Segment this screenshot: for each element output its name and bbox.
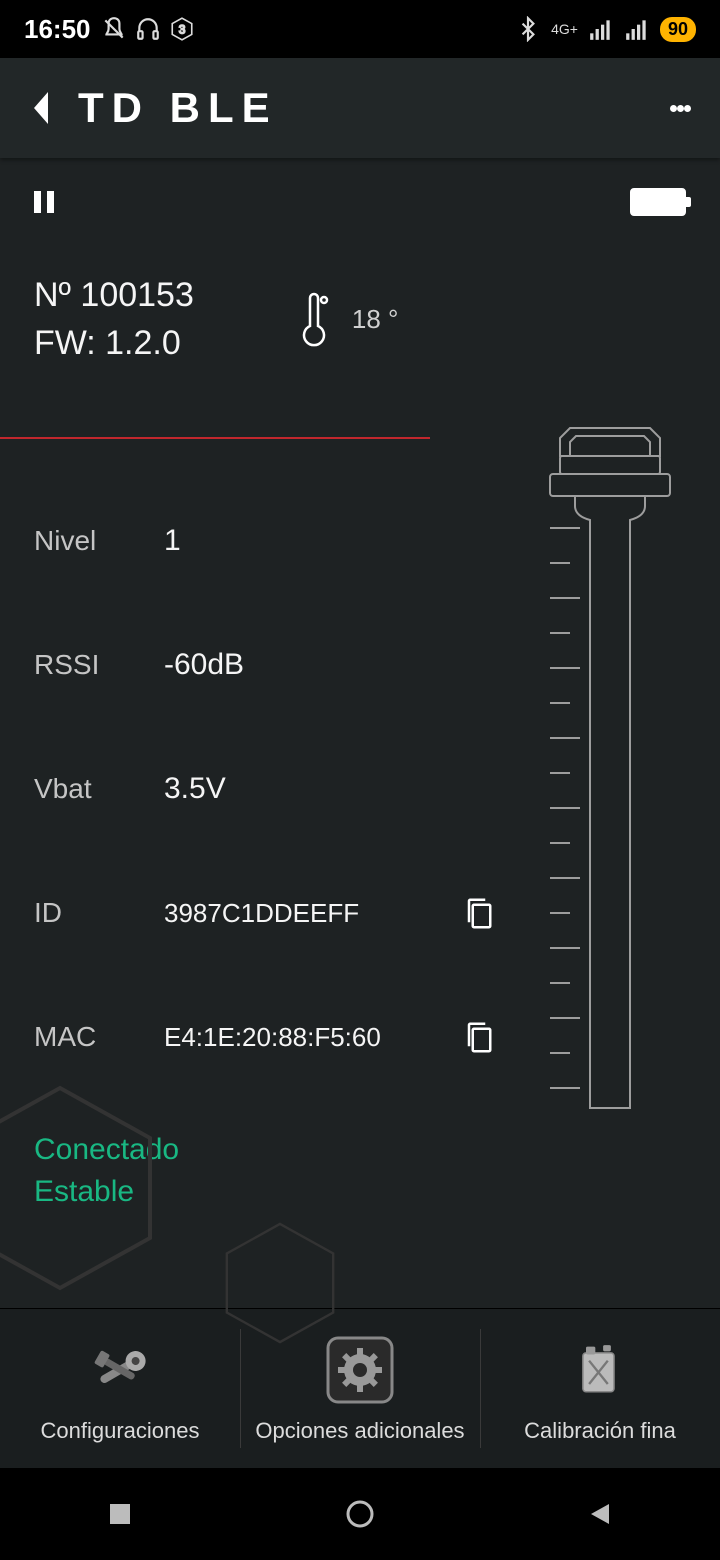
nav-options-label: Opciones adicionales <box>255 1418 464 1444</box>
app-header: TD BLE <box>0 58 720 158</box>
connection-line2: Estable <box>34 1171 686 1213</box>
wrench-icon <box>84 1334 156 1406</box>
mac-label: MAC <box>34 1021 164 1053</box>
stat-id: ID 3987C1DDEEFF <box>34 881 494 945</box>
nav-config-label: Configuraciones <box>41 1418 200 1444</box>
bottom-nav: Configuraciones Opciones adicionales <box>0 1308 720 1468</box>
main-content: Nº 100153 FW: 1.2.0 18 ° Nivel 1 RSSI -6… <box>0 158 720 1308</box>
copy-mac-button[interactable] <box>464 1020 494 1054</box>
sys-recent-button[interactable] <box>60 1484 180 1544</box>
sys-back-button[interactable] <box>540 1484 660 1544</box>
stat-mac: MAC E4:1E:20:88:F5:60 <box>34 1005 494 1069</box>
nav-calib-label: Calibración fina <box>524 1418 676 1444</box>
id-value: 3987C1DDEEFF <box>164 898 359 929</box>
vbat-value: 3.5V <box>164 772 226 806</box>
mac-value: E4:1E:20:88:F5:60 <box>164 1022 381 1053</box>
nav-options[interactable]: Opciones adicionales <box>240 1309 480 1468</box>
stat-level: Nivel 1 <box>34 509 494 573</box>
nav-config[interactable]: Configuraciones <box>0 1309 240 1468</box>
system-nav <box>0 1468 720 1560</box>
status-time: 16:50 <box>24 14 91 45</box>
connection-line1: Conectado <box>34 1129 686 1171</box>
sys-home-button[interactable] <box>300 1484 420 1544</box>
rssi-label: RSSI <box>34 649 164 681</box>
signal-1-icon <box>588 16 614 42</box>
status-bar: 16:50 3 4G+ 90 <box>0 0 720 58</box>
nav-calibration[interactable]: Calibración fina <box>480 1309 720 1468</box>
device-info: Nº 100153 FW: 1.2.0 <box>34 272 194 367</box>
thermometer-icon <box>294 292 334 348</box>
svg-text:3: 3 <box>178 22 185 36</box>
more-button[interactable] <box>660 78 700 138</box>
connection-status: Conectado Estable <box>34 1129 686 1213</box>
level-label: Nivel <box>34 525 164 557</box>
rssi-value: -60dB <box>164 648 244 682</box>
pause-button[interactable] <box>34 191 54 213</box>
gear-icon <box>324 1334 396 1406</box>
jerrycan-icon <box>564 1334 636 1406</box>
battery-pill: 90 <box>660 17 696 42</box>
stat-rssi: RSSI -60dB <box>34 633 494 697</box>
page-title: TD BLE <box>78 84 278 132</box>
level-value: 1 <box>164 524 181 558</box>
mute-icon <box>101 16 127 42</box>
copy-id-button[interactable] <box>464 896 494 930</box>
stat-vbat: Vbat 3.5V <box>34 757 494 821</box>
device-battery-icon <box>630 188 686 216</box>
headphones-icon <box>135 16 161 42</box>
sensor-probe-icon <box>520 418 700 1118</box>
vbat-label: Vbat <box>34 773 164 805</box>
serial-number: Nº 100153 <box>34 272 194 320</box>
separator-line <box>0 437 430 439</box>
signal-2-icon <box>624 16 650 42</box>
bluetooth-icon <box>515 16 541 42</box>
network-type: 4G+ <box>551 21 578 37</box>
hex-3-icon: 3 <box>169 16 195 42</box>
temperature-value: 18 ° <box>352 304 399 335</box>
firmware-version: FW: 1.2.0 <box>34 320 194 368</box>
back-button[interactable] <box>20 78 60 138</box>
id-label: ID <box>34 897 164 929</box>
